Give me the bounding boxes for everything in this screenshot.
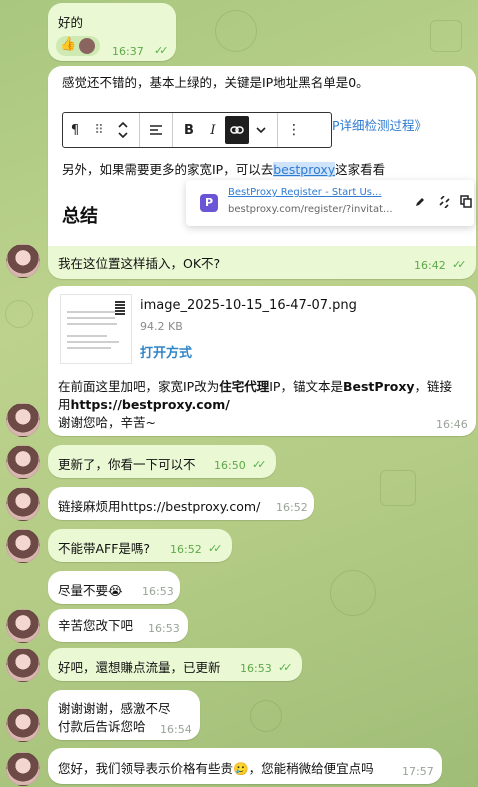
message-bubble[interactable]: 谢谢谢谢，感激不尽 付款后告诉您哈 16:54 [48,690,200,740]
message-bubble[interactable]: 不能带AFF是嗎? 16:52 ✓✓ [48,529,232,562]
message-time: 16:46 [436,418,468,431]
background-doodle [430,20,462,52]
chevron-down-icon[interactable] [249,116,273,144]
read-check-icon: ✓✓ [452,258,467,271]
link-button[interactable] [225,116,249,144]
message-bubble[interactable]: 好吧，還想賺点流量，已更新 16:53 ✓✓ [48,648,302,681]
more-options-icon[interactable]: ⋮ [282,116,306,144]
message-text: 更新了，你看一下可以不 [58,457,196,472]
popup-title[interactable]: BestProxy Register - Start Us... [228,187,382,198]
read-check-icon: ✓✓ [154,44,169,57]
avatar[interactable] [6,487,40,521]
read-check-icon: ✓✓ [252,458,267,471]
message-time: 16:52 [170,543,202,556]
message-text: 谢谢您哈，辛苦~ [58,415,156,430]
message-text: 尽量不要😭 [58,583,123,598]
message-time: 16:53 [142,585,174,598]
italic-button[interactable]: I [201,116,225,144]
message-bubble[interactable]: 感觉还不错的，基本上绿的，关键是IP地址黑名单是0。 ¶ ⠿ B I ⋮ P详细… [48,66,476,279]
message-bubble[interactable]: 辛苦您改下吧 16:53 [48,609,188,642]
message-text: 用https://bestproxy.com/ [58,397,230,412]
editor-heading: 总结 [62,206,98,227]
selected-link-text[interactable]: bestproxy [273,162,336,177]
toolbar-divider [172,113,173,147]
editor-toolbar: ¶ ⠿ B I ⋮ [62,112,332,148]
avatar[interactable] [6,403,40,437]
message-time: 16:42 [414,259,446,272]
editor-line: 感觉还不错的，基本上绿的，关键是IP地址黑名单是0。 [62,75,369,90]
paragraph-icon[interactable]: ¶ [63,116,87,144]
message-time: 16:53 [240,662,272,675]
file-name: image_2025-10-15_16-47-07.png [140,298,357,313]
file-size: 94.2 KB [140,320,183,333]
message-bubble[interactable]: 链接麻烦用https://bestproxy.com/ 16:52 [48,487,314,520]
read-check-icon: ✓✓ [208,542,223,555]
avatar[interactable] [6,752,40,786]
message-bubble[interactable]: 您好，我们领导表示价格有些贵🥲，您能稍微给便宜点吗 17:57 [48,748,442,784]
move-up-down-icon[interactable] [111,116,135,144]
drag-handle-icon[interactable]: ⠿ [87,116,111,144]
message-time: 16:54 [160,723,192,736]
read-check-icon: ✓✓ [278,661,293,674]
message-text: 好的 [58,15,84,30]
background-doodle [250,700,282,732]
edit-icon[interactable] [414,196,426,211]
avatar[interactable] [6,648,40,682]
message-time: 16:37 [112,45,144,58]
message-bubble[interactable]: image_2025-10-15_16-47-07.png 94.2 KB 打开… [48,286,476,436]
toolbar-divider [139,113,140,147]
embedded-editor-screenshot: 感觉还不错的，基本上绿的，关键是IP地址黑名单是0。 ¶ ⠿ B I ⋮ P详细… [48,66,476,246]
message-text: 好吧，還想賺点流量，已更新 [58,660,221,675]
background-doodle [215,10,257,52]
message-time: 16:52 [276,501,308,514]
message-bubble[interactable]: 好的 👍 16:37 ✓✓ [48,3,176,61]
smiling-tear-emoji-icon: 🥲 [233,761,249,776]
message-text: 不能带AFF是嗎? [58,541,151,556]
open-with-link[interactable]: 打开方式 [140,342,192,361]
message-time: 17:57 [402,765,434,778]
background-doodle [380,470,416,506]
qr-code-icon [115,301,125,315]
avatar [79,38,95,54]
message-text: 链接麻烦用https://bestproxy.com/ [58,499,261,514]
message-text: 辛苦您改下吧 [58,618,134,633]
copy-icon[interactable] [460,195,472,211]
avatar[interactable] [6,244,40,278]
message-bubble[interactable]: 更新了，你看一下可以不 16:50 ✓✓ [48,445,276,478]
editor-link-text: P详细检测过程》 [332,118,428,133]
link-preview-popup: P BestProxy Register - Start Us... bestp… [186,180,474,226]
thumbs-up-icon: 👍 [60,37,77,52]
message-bubble[interactable]: 尽量不要😭 16:53 [48,571,180,604]
image-thumbnail[interactable] [60,294,132,364]
message-text: 您好，我们领导表示价格有些贵🥲，您能稍微给便宜点吗 [58,761,374,776]
message-text: 在前面这里加吧，家宽IP改为住宅代理IP，锚文本是BestProxy，链接 [58,379,453,394]
message-text: 付款后告诉您哈 [58,719,146,734]
avatar[interactable] [6,609,40,643]
unlink-icon[interactable] [438,195,451,211]
background-doodle [330,570,376,616]
toolbar-divider [277,113,278,147]
popup-url: bestproxy.com/register/?invitat... [228,204,393,215]
align-icon[interactable] [144,116,168,144]
message-time: 16:50 [214,459,246,472]
crying-emoji-icon: 😭 [108,583,123,598]
bold-button[interactable]: B [177,116,201,144]
site-favicon-icon: P [200,194,218,212]
message-text: 谢谢谢谢，感激不尽 [58,701,171,716]
avatar[interactable] [6,529,40,563]
avatar[interactable] [6,445,40,479]
message-text: 我在这位置这样插入，OK不? [58,256,221,271]
editor-line: 另外，如果需要更多的家宽IP，可以去bestproxy这家看看 [62,162,386,177]
background-doodle [5,300,33,328]
message-time: 16:53 [148,622,180,635]
avatar[interactable] [6,708,40,742]
